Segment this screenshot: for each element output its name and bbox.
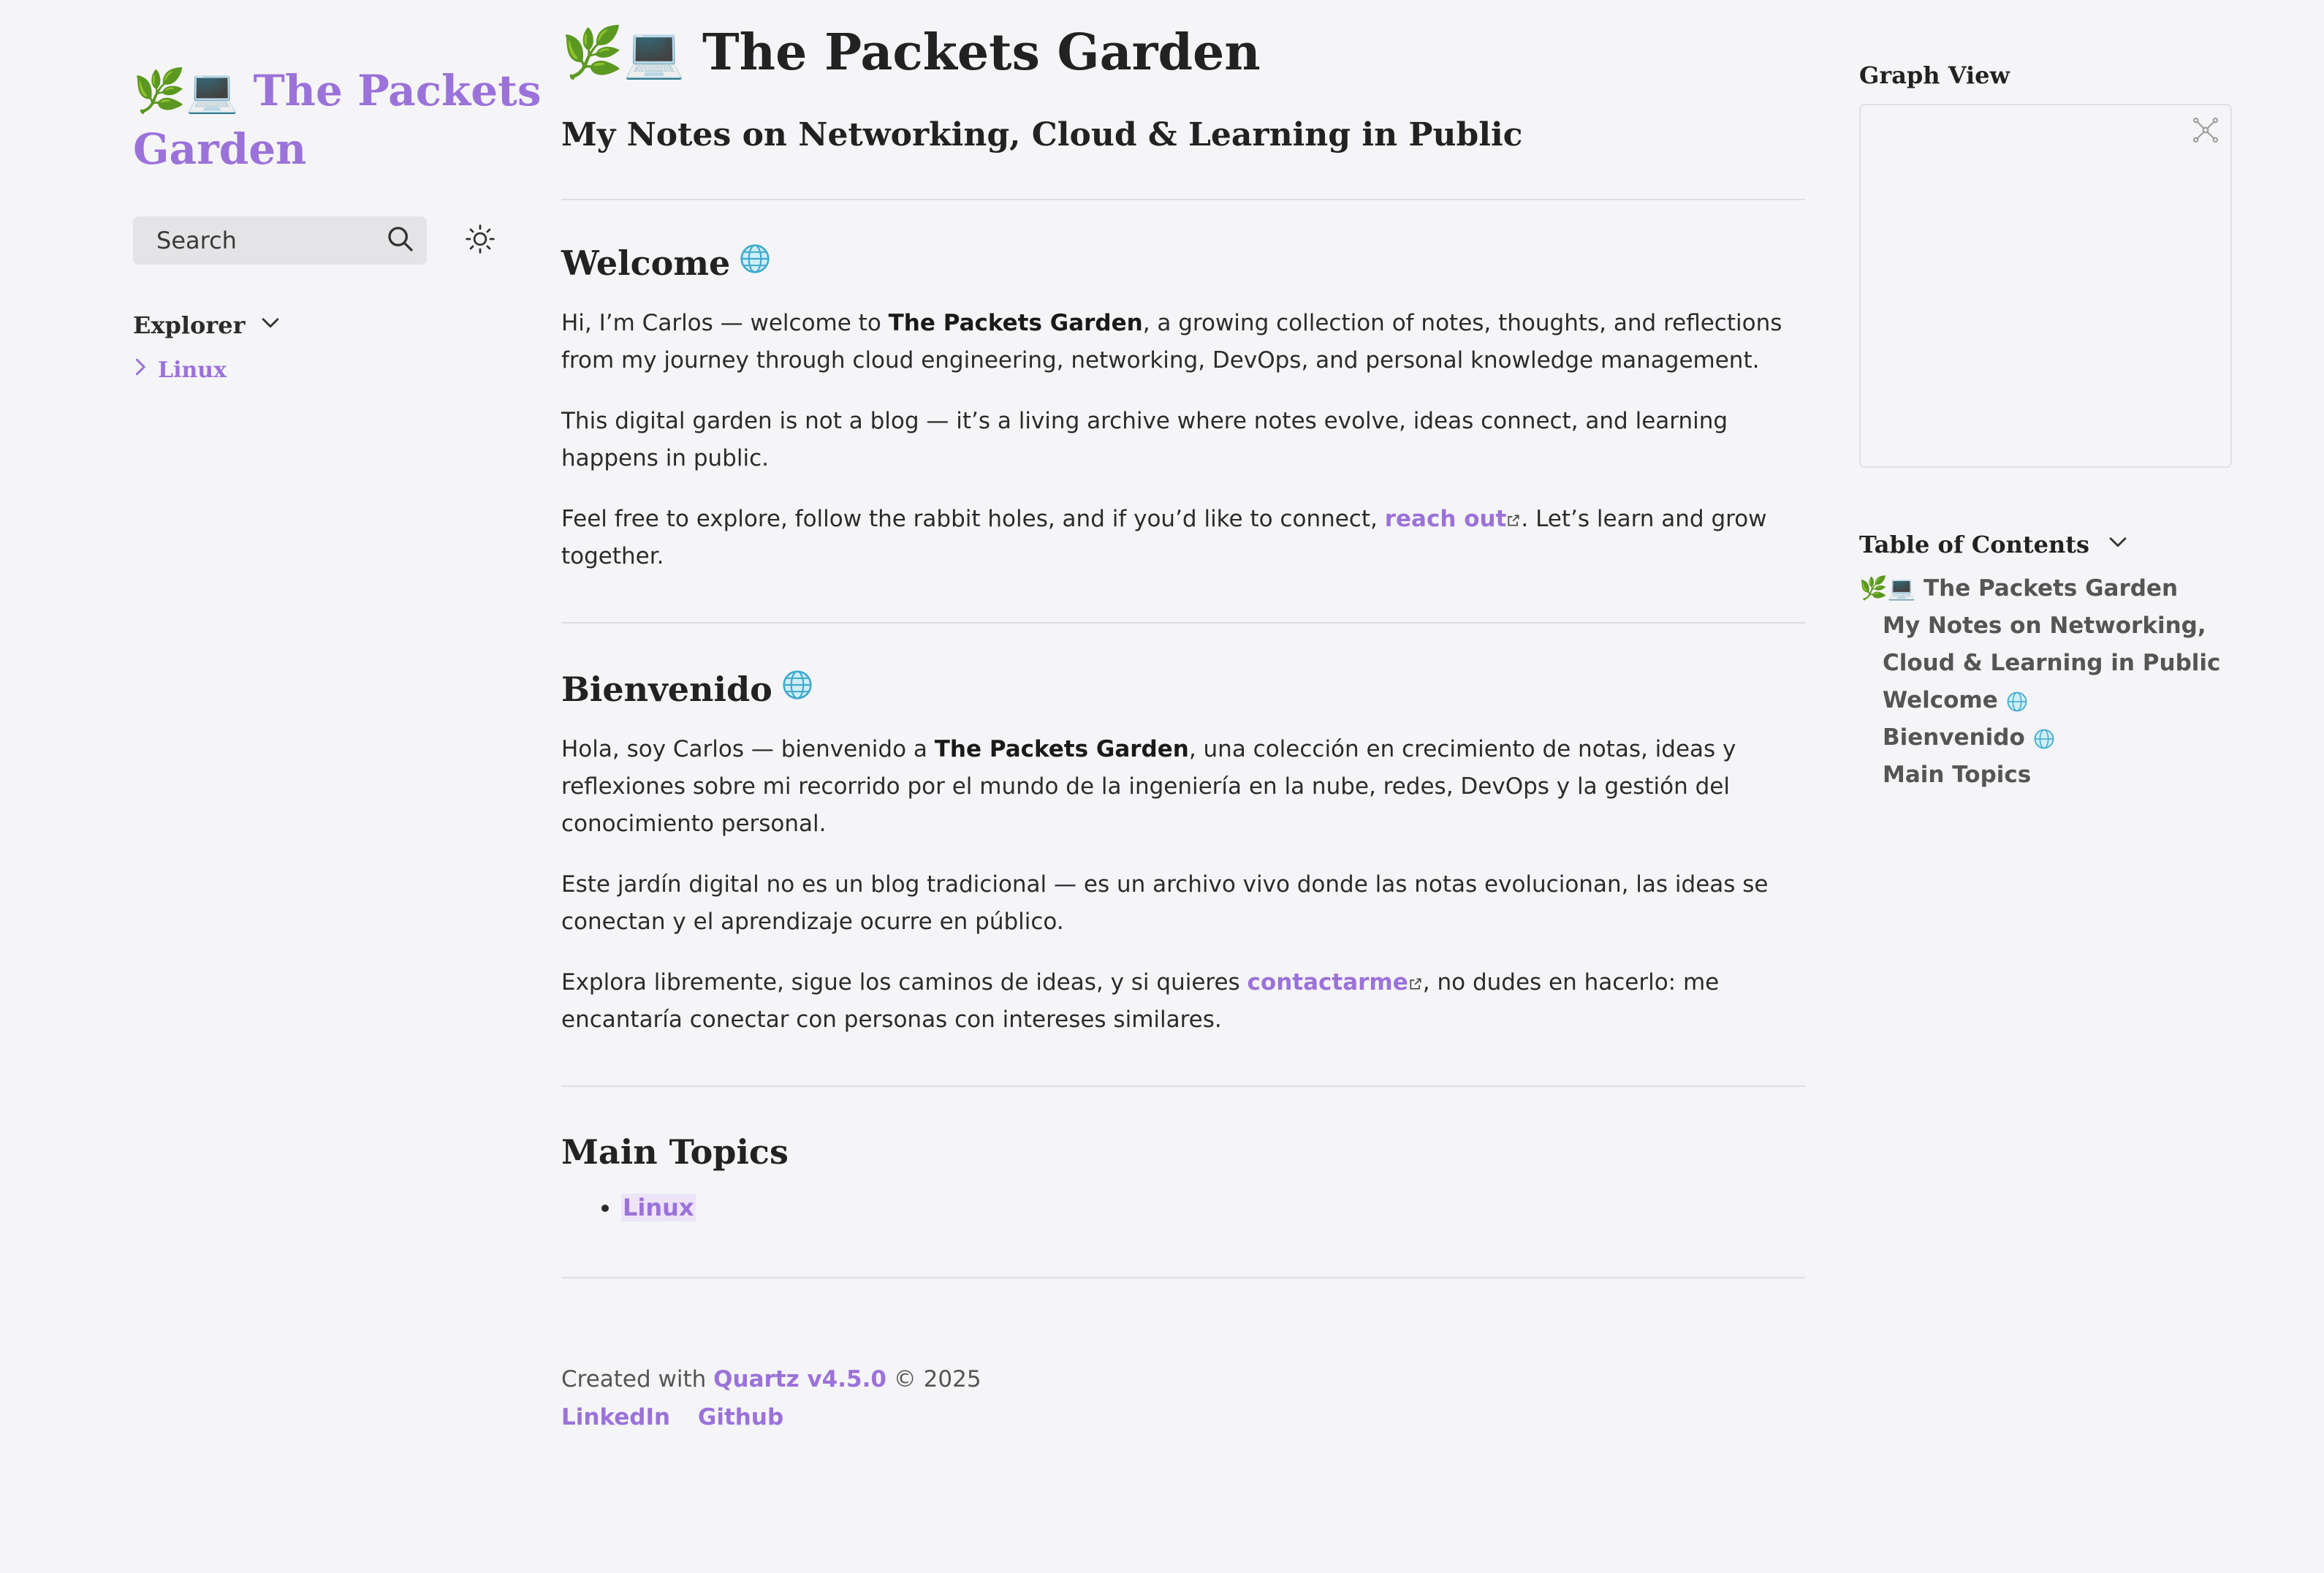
title-emoji: 🌿💻 (561, 24, 686, 82)
topic-link-linux[interactable]: Linux (621, 1194, 696, 1221)
theme-toggle-button[interactable] (463, 224, 497, 257)
welcome-paragraph-3: Feel free to explore, follow the rabbit … (561, 501, 1805, 575)
divider (561, 199, 1805, 200)
globe-icon (2006, 687, 2028, 713)
toc-item-title[interactable]: 🌿💻 The Packets Garden (1859, 570, 2233, 607)
toc-item-main-topics[interactable]: Main Topics (1859, 757, 2233, 794)
chevron-down-icon (2105, 529, 2130, 560)
search-input[interactable]: Search (133, 216, 427, 265)
text: Explora libremente, sigue los caminos de… (561, 969, 1248, 996)
section-bienvenido-heading: Bienvenido (561, 669, 1805, 709)
topics-list: Linux (561, 1189, 1805, 1226)
divider (561, 622, 1805, 623)
footer: Created with Quartz v4.5.0 © 2025 Linked… (561, 1360, 1805, 1436)
reach-out-link[interactable]: reach out (1385, 506, 1522, 532)
footer-credit: Created with Quartz v4.5.0 © 2025 (561, 1360, 1805, 1398)
sun-icon (465, 224, 495, 257)
divider (561, 1085, 1805, 1087)
footer-links: LinkedIn Github (561, 1398, 1805, 1436)
quartz-link[interactable]: Quartz v4.5.0 (713, 1366, 886, 1392)
bienvenido-heading-text: Bienvenido (561, 669, 772, 709)
graph-view[interactable] (1859, 104, 2232, 468)
list-item: Linux (621, 1189, 1805, 1226)
toc-list: 🌿💻 The Packets Garden My Notes on Networ… (1859, 570, 2233, 794)
bienvenido-paragraph-3: Explora libremente, sigue los caminos de… (561, 964, 1805, 1039)
text: Hi, I’m Carlos — welcome to (561, 310, 889, 336)
main-content: 🌿💻 The Packets Garden My Notes on Networ… (561, 20, 1805, 1436)
chevron-down-icon (258, 310, 283, 341)
explorer-toggle[interactable]: Explorer (133, 310, 542, 341)
toc-label: Table of Contents (1859, 531, 2090, 558)
bold-text: The Packets Garden (934, 736, 1189, 762)
linkedin-link[interactable]: LinkedIn (561, 1404, 670, 1430)
external-link-icon (1408, 969, 1423, 996)
globe-icon (739, 243, 771, 283)
external-link-icon (1506, 506, 1521, 532)
global-graph-icon[interactable] (2191, 115, 2220, 148)
welcome-paragraph-1: Hi, I’m Carlos — welcome to The Packets … (561, 305, 1805, 379)
explorer-label: Explorer (133, 311, 246, 339)
text: Feel free to explore, follow the rabbit … (561, 506, 1385, 532)
toc-item-welcome[interactable]: Welcome (1859, 682, 2233, 719)
github-link[interactable]: Github (698, 1404, 783, 1430)
contactarme-link[interactable]: contactarme (1248, 969, 1423, 996)
bienvenido-paragraph-2: Este jardín digital no es un blog tradic… (561, 871, 1769, 935)
welcome-heading-text: Welcome (561, 243, 731, 283)
search-icon (386, 224, 415, 257)
site-emoji: 🌿💻 (133, 66, 239, 115)
search-placeholder: Search (156, 227, 237, 254)
site-title-line2[interactable]: Garden (133, 124, 306, 174)
toc-item-label[interactable]: Welcome (1883, 687, 1998, 713)
welcome-paragraph-2: This digital garden is not a blog — it’s… (561, 408, 1728, 471)
graph-view-label: Graph View (1859, 61, 2010, 89)
link-label[interactable]: contactarme (1248, 969, 1408, 996)
bold-text: The Packets Garden (888, 310, 1143, 336)
site-title-line1[interactable]: The Packets (254, 66, 542, 115)
chevron-right-icon[interactable] (133, 357, 149, 383)
link-label[interactable]: reach out (1385, 506, 1507, 532)
toc-item-label[interactable]: Bienvenido (1883, 724, 2025, 751)
bienvenido-paragraph-1: Hola, soy Carlos — bienvenido a The Pack… (561, 731, 1805, 843)
text: © 2025 (886, 1366, 981, 1392)
explorer-item-linux[interactable]: Linux (133, 357, 542, 383)
page-subtitle: My Notes on Networking, Cloud & Learning… (561, 116, 1523, 153)
toc-item-bienvenido[interactable]: Bienvenido (1859, 719, 2233, 757)
search-row: Search (133, 216, 542, 265)
explorer-item-label[interactable]: Linux (158, 357, 227, 383)
page-title-text: The Packets Garden (702, 23, 1261, 82)
globe-icon (781, 669, 813, 709)
globe-icon (2033, 724, 2055, 751)
toc-item-subtitle[interactable]: My Notes on Networking, Cloud & Learning… (1859, 607, 2233, 682)
text: Created with (561, 1366, 714, 1392)
section-main-topics-heading: Main Topics (561, 1132, 789, 1172)
right-sidebar: Graph View Table of Contents 🌿💻 The Pack… (1859, 61, 2233, 794)
site-title[interactable]: 🌿💻 The Packets Garden (133, 61, 542, 178)
text: Hola, soy Carlos — bienvenido a (561, 736, 935, 762)
left-sidebar: 🌿💻 The Packets Garden Search Explorer Li… (133, 61, 542, 383)
section-welcome-heading: Welcome (561, 243, 1805, 283)
toc-toggle[interactable]: Table of Contents (1859, 529, 2233, 560)
page-title: 🌿💻 The Packets Garden (561, 20, 1805, 86)
divider (561, 1277, 1805, 1278)
